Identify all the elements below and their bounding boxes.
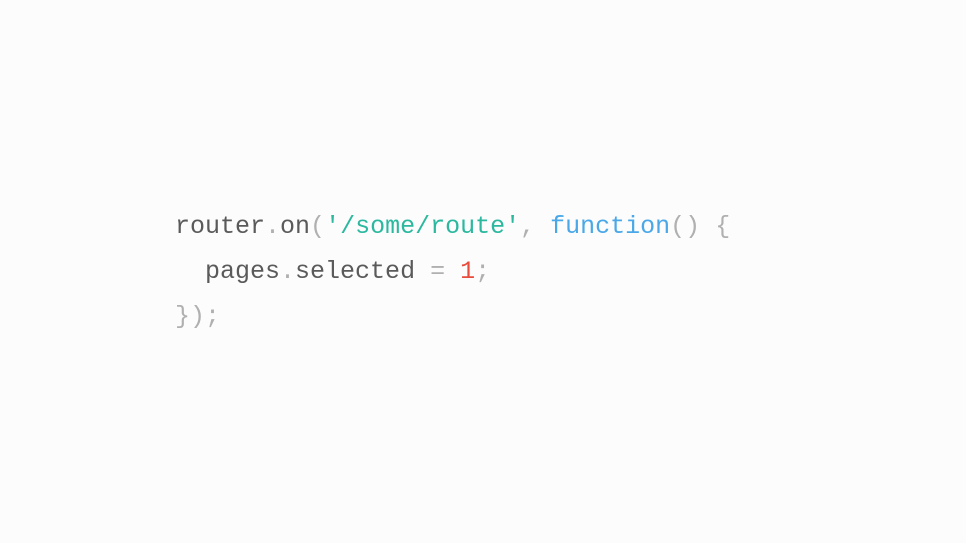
token-equals: = bbox=[430, 257, 445, 286]
token-indent bbox=[175, 257, 205, 286]
token-comma: , bbox=[520, 212, 535, 241]
token-dot: . bbox=[280, 257, 295, 286]
code-line-3: }); bbox=[175, 294, 730, 339]
token-identifier: router bbox=[175, 212, 265, 241]
token-property: selected bbox=[295, 257, 415, 286]
token-method: on bbox=[280, 212, 310, 241]
code-line-1: router.on('/some/route', function() { bbox=[175, 204, 730, 249]
token-space bbox=[700, 212, 715, 241]
token-number: 1 bbox=[460, 257, 475, 286]
token-space bbox=[415, 257, 430, 286]
token-space bbox=[445, 257, 460, 286]
token-keyword-function: function bbox=[550, 212, 670, 241]
token-space bbox=[535, 212, 550, 241]
token-semicolon: ; bbox=[475, 257, 490, 286]
token-paren-open: ( bbox=[310, 212, 325, 241]
token-parens: () bbox=[670, 212, 700, 241]
token-closing: }); bbox=[175, 302, 220, 331]
code-snippet: router.on('/some/route', function() { pa… bbox=[175, 204, 730, 339]
token-dot: . bbox=[265, 212, 280, 241]
code-line-2: pages.selected = 1; bbox=[175, 249, 730, 294]
token-identifier: pages bbox=[205, 257, 280, 286]
token-brace-open: { bbox=[715, 212, 730, 241]
token-string: '/some/route' bbox=[325, 212, 520, 241]
